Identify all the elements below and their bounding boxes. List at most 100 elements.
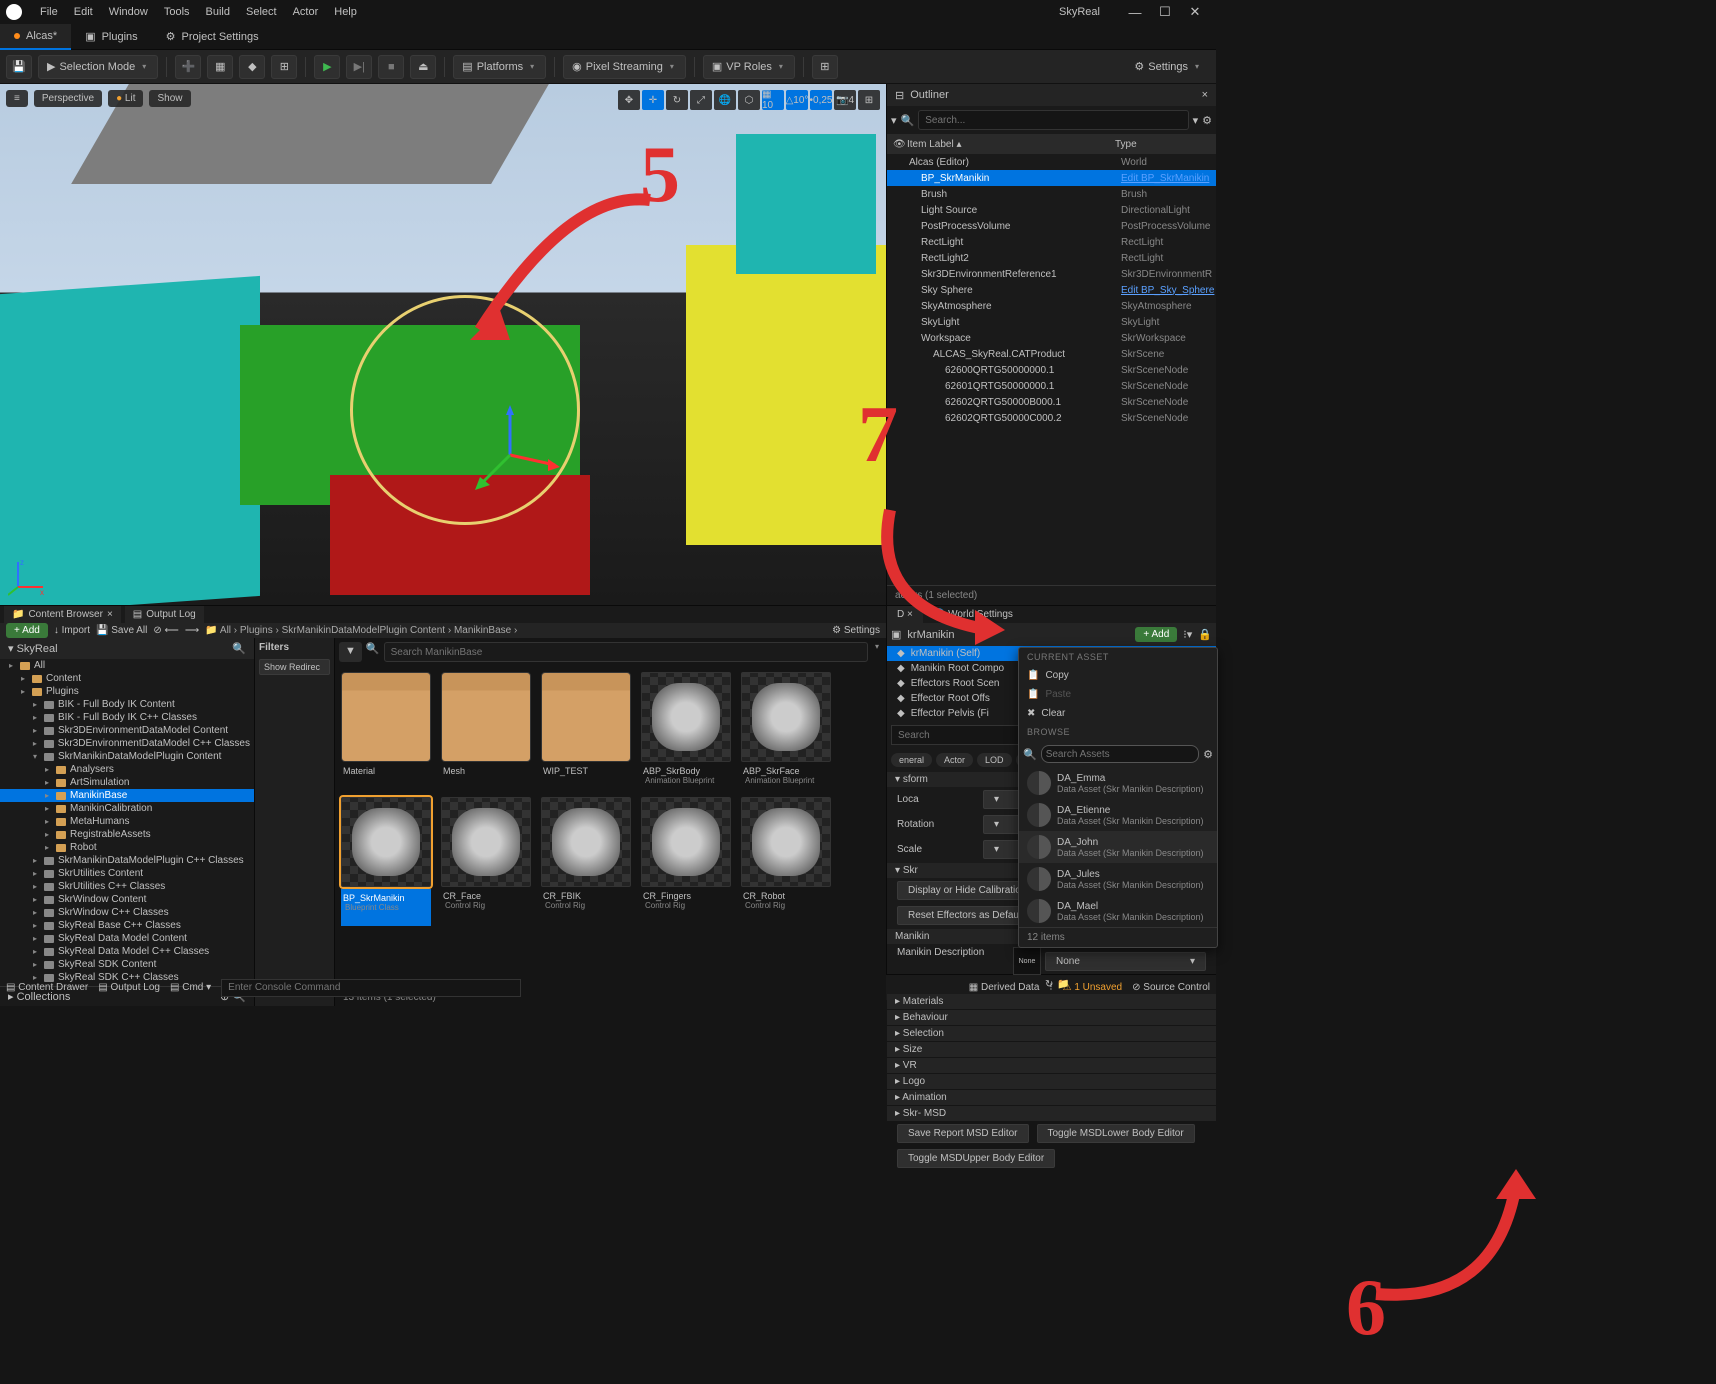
content-drawer-button[interactable]: ▤ Content Drawer <box>6 982 88 993</box>
tree-item[interactable]: ▸SkrWindow C++ Classes <box>0 906 254 919</box>
scale-tool[interactable]: ⤢ <box>690 90 712 110</box>
asset-picker-search[interactable] <box>1041 745 1199 763</box>
asset-item[interactable]: CR_FaceControl Rig <box>441 797 531 926</box>
menu-window[interactable]: Window <box>101 6 156 18</box>
detail-section[interactable]: ▸ Skr- MSD <box>887 1106 1216 1121</box>
picker-asset[interactable]: DA_EtienneData Asset (Skr Manikin Descri… <box>1019 799 1217 831</box>
tree-item[interactable]: ▸Skr3DEnvironmentDataModel Content <box>0 724 254 737</box>
tree-item[interactable]: ▸Plugins <box>0 685 254 698</box>
asset-item[interactable]: ABP_SkrBodyAnimation Blueprint <box>641 672 731 787</box>
minimize-button[interactable]: — <box>1120 5 1150 20</box>
asset-item[interactable]: WIP_TEST <box>541 672 631 787</box>
angle-snap-tool[interactable]: △ 10° <box>786 90 808 110</box>
add-button[interactable]: + Add <box>6 623 48 638</box>
sequence-button[interactable]: ⊞ <box>271 55 297 79</box>
menu-build[interactable]: Build <box>198 6 238 18</box>
tree-item[interactable]: ▸SkyReal Data Model Content <box>0 932 254 945</box>
asset-item[interactable]: CR_FBIKControl Rig <box>541 797 631 926</box>
detail-section[interactable]: ▸ Logo <box>887 1074 1216 1089</box>
save-button[interactable]: 💾 <box>6 55 32 79</box>
viewport-menu-button[interactable]: ≡ <box>6 90 28 107</box>
menu-select[interactable]: Select <box>238 6 285 18</box>
history-fwd[interactable]: ⟶ <box>185 625 199 636</box>
pixel-streaming-button[interactable]: ◉Pixel Streaming▾ <box>563 55 686 79</box>
asset-item[interactable]: CR_FingersControl Rig <box>641 797 731 926</box>
filter-pill[interactable]: Actor <box>936 753 973 767</box>
detail-section[interactable]: ▸ Selection <box>887 1026 1216 1041</box>
manikin-desc-dropdown[interactable]: None▾ <box>1045 952 1206 971</box>
outliner-row[interactable]: Alcas (Editor)World <box>887 154 1216 170</box>
tree-item[interactable]: ▸ManikinBase <box>0 789 254 802</box>
detail-section[interactable]: ▸ Size <box>887 1042 1216 1057</box>
select-tool[interactable]: ✥ <box>618 90 640 110</box>
asset-search-input[interactable] <box>384 642 868 662</box>
eject-button[interactable]: ⏏ <box>410 55 436 79</box>
vp-roles-button[interactable]: ▣VP Roles▾ <box>703 55 795 79</box>
use-selected-icon[interactable]: ↻ <box>1045 979 1053 990</box>
console-input[interactable] <box>221 979 521 997</box>
outliner-row[interactable]: SkyAtmosphereSkyAtmosphere <box>887 298 1216 314</box>
item-label-header[interactable]: Item Label ▴ <box>907 139 1115 150</box>
maximize-button[interactable]: ☐ <box>1150 4 1180 20</box>
import-button[interactable]: ↓ Import <box>54 625 90 636</box>
world-settings-tab[interactable]: 🌐 World Settings <box>923 606 1023 623</box>
selection-mode-button[interactable]: ▶Selection Mode▾ <box>38 55 158 79</box>
cmd-button[interactable]: ▤ Cmd ▾ <box>170 982 211 993</box>
lock-icon[interactable]: 🔒 <box>1198 628 1212 641</box>
output-log-button[interactable]: ▤ Output Log <box>98 982 160 993</box>
outliner-row[interactable]: BP_SkrManikinEdit BP_SkrManikin <box>887 170 1216 186</box>
outliner-row[interactable]: ALCAS_SkyReal.CATProductSkrScene <box>887 346 1216 362</box>
menu-edit[interactable]: Edit <box>66 6 101 18</box>
outliner-row[interactable]: 62602QRTG50000C000.2SkrSceneNode <box>887 410 1216 426</box>
skip-button[interactable]: ▶| <box>346 55 372 79</box>
details-tab[interactable]: D × <box>887 606 923 623</box>
tree-item[interactable]: ▸All <box>0 659 254 672</box>
breadcrumb[interactable]: 📁 All › Plugins › SkrManikinDataModelPlu… <box>205 625 517 636</box>
menu-actor[interactable]: Actor <box>285 6 327 18</box>
tab-project-settings[interactable]: ⚙Project Settings <box>152 24 273 50</box>
tree-item[interactable]: ▸Skr3DEnvironmentDataModel C++ Classes <box>0 737 254 750</box>
viewport-lit[interactable]: ● Lit <box>108 90 143 107</box>
tree-item[interactable]: ▸SkrUtilities Content <box>0 867 254 880</box>
filter-icon[interactable]: ▾ <box>891 114 897 127</box>
menu-file[interactable]: File <box>32 6 66 18</box>
translate-tool[interactable]: ✛ <box>642 90 664 110</box>
picker-asset[interactable]: DA_JohnData Asset (Skr Manikin Descripti… <box>1019 831 1217 863</box>
tree-item[interactable]: ▸Content <box>0 672 254 685</box>
play-button[interactable]: ▶ <box>314 55 340 79</box>
tree-item[interactable]: ▸SkyReal Base C++ Classes <box>0 919 254 932</box>
search-icon[interactable]: 🔍 <box>232 642 246 655</box>
reset-effectors-button[interactable]: Reset Effectors as Defau <box>897 906 1030 925</box>
history-back[interactable]: ⊘ ⟵ <box>153 625 179 636</box>
asset-item[interactable]: Mesh <box>441 672 531 787</box>
stop-button[interactable]: ■ <box>378 55 404 79</box>
menu-tools[interactable]: Tools <box>156 6 198 18</box>
cb-settings-button[interactable]: ⚙ Settings <box>832 625 880 636</box>
detail-section[interactable]: ▸ VR <box>887 1058 1216 1073</box>
platforms-button[interactable]: ▤Platforms▾ <box>453 55 546 79</box>
tree-item[interactable]: ▸MetaHumans <box>0 815 254 828</box>
filter-pill[interactable]: LOD <box>977 753 1012 767</box>
outliner-row[interactable]: Skr3DEnvironmentReference1Skr3DEnvironme… <box>887 266 1216 282</box>
camera-speed-tool[interactable]: 📷 4 <box>834 90 856 110</box>
clear-item[interactable]: ✖ Clear <box>1019 704 1217 723</box>
tree-item[interactable]: ▸SkrWindow Content <box>0 893 254 906</box>
toggle-upper-body-button[interactable]: Toggle MSDUpper Body Editor <box>897 1149 1055 1168</box>
outliner-list[interactable]: Alcas (Editor)WorldBP_SkrManikinEdit BP_… <box>887 154 1216 585</box>
settings-icon[interactable]: ⚙ <box>1202 114 1212 127</box>
tab-plugins[interactable]: ▣Plugins <box>71 24 151 50</box>
surface-snap-tool[interactable]: ⬡ <box>738 90 760 110</box>
tree-item[interactable]: ▸ArtSimulation <box>0 776 254 789</box>
close-icon[interactable]: × <box>1202 89 1208 101</box>
filter-pill[interactable]: eneral <box>891 753 932 767</box>
tree-item[interactable]: ▸RegistrableAssets <box>0 828 254 841</box>
type-header[interactable]: Type <box>1115 139 1210 150</box>
grid-snap-tool[interactable]: ▦ 10 <box>762 90 784 110</box>
tree-item[interactable]: ▸SkyReal Data Model C++ Classes <box>0 945 254 958</box>
viewport-layout-tool[interactable]: ⊞ <box>858 90 880 110</box>
add-component-button[interactable]: + Add <box>1135 627 1177 642</box>
show-redirectors-toggle[interactable]: Show Redirec <box>259 659 330 675</box>
tree-item[interactable]: ▸SkrManikinDataModelPlugin C++ Classes <box>0 854 254 867</box>
menu-help[interactable]: Help <box>326 6 365 18</box>
filter-icon[interactable]: ▼ <box>339 642 362 662</box>
